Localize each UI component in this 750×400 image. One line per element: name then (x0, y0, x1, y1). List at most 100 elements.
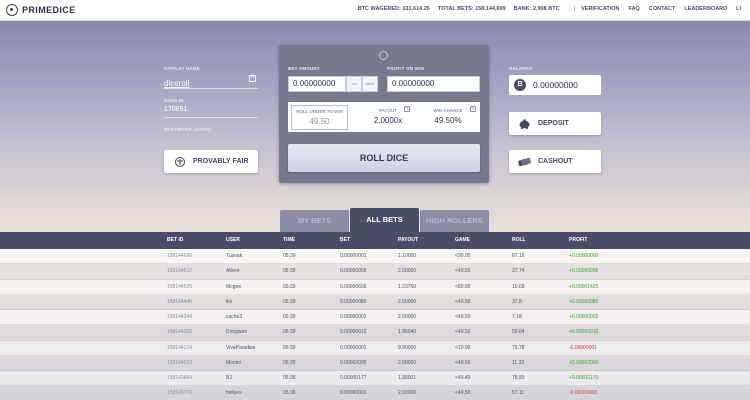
primedice-logo-icon (6, 4, 18, 16)
brand-name: PRIMEDICE (22, 5, 76, 15)
bet-cell: 0.00000001 (340, 344, 367, 351)
edit-win-chance-icon[interactable]: ✎ (470, 106, 476, 112)
profit-cell: +0.00000002 (569, 314, 599, 320)
win-chance-field[interactable]: WIN CHANCE 49.50% (422, 105, 474, 125)
profit-on-win-input[interactable]: 0.00000000 (387, 76, 480, 92)
game-cell: <49.50 (455, 314, 471, 320)
brand-logo[interactable]: PRIMEDICE (6, 4, 76, 16)
wallet-panel: BALANCE B 0.00000000 (509, 66, 601, 95)
cash-icon (518, 157, 531, 167)
display-name-value[interactable]: diceroll (164, 79, 189, 88)
roll-under-value: 49.50 (309, 117, 330, 126)
profit-cell: +0.00000010 (569, 329, 599, 336)
bet-id-cell[interactable]: 158144520 (167, 284, 192, 290)
provably-fair-label: PROVABLY FAIR (193, 158, 249, 165)
user-cell[interactable]: cache3 (226, 314, 242, 320)
tab-high-rollers[interactable]: HIGH ROLLERS (420, 210, 489, 232)
nav-link-contact[interactable]: CONTACT (649, 6, 675, 12)
bet-cell: 0.00000010 (340, 329, 367, 336)
top-navigation-bar: PRIMEDICE BTC WAGERED: 331,614.25 TOTAL … (0, 0, 750, 21)
header-time: TIME (283, 237, 295, 243)
header-roll: ROLL (512, 237, 526, 243)
user-cell[interactable]: ike (226, 299, 232, 305)
bet-id-cell[interactable]: 158144696 (167, 253, 192, 259)
roll-under-toggle[interactable]: ROLL UNDER TO WIN 49.50 (291, 105, 348, 130)
bet-cell: 0.00000600 (340, 283, 367, 290)
display-name-field[interactable]: diceroll ✎ (164, 73, 258, 89)
roll-cell: 57.11 (512, 390, 525, 397)
display-name-label: DISPLAY NAME (164, 66, 200, 71)
game-cell: <49.50 (455, 359, 471, 366)
edit-payout-icon[interactable]: ✎ (404, 106, 410, 112)
time-cell: 05:39 (283, 359, 296, 366)
edit-icon[interactable]: ✎ (249, 75, 256, 82)
bet-id-cell[interactable]: 158144174 (167, 345, 192, 351)
user-cell[interactable]: Tusnak (226, 253, 242, 259)
game-cell: <49.50 (455, 329, 471, 336)
half-bet-button[interactable]: ½x (346, 76, 362, 92)
header-payout: PAYOUT (398, 237, 419, 243)
bet-id-cell[interactable]: 158144265 (167, 329, 192, 335)
header-game: GAME (455, 237, 470, 243)
bet-id-cell[interactable]: 158144612 (167, 268, 192, 274)
user-cell[interactable]: Dongwoo (226, 329, 247, 335)
time-cell: 05:39 (283, 253, 296, 259)
nav-link-faq[interactable]: FAQ (629, 6, 640, 12)
profit-cell: +0.00000080 (569, 298, 599, 305)
roll-cell: 37.8 (512, 298, 522, 305)
roll-dice-button[interactable]: ROLL DICE (288, 144, 480, 172)
roll-cell: 7.18 (512, 314, 522, 320)
user-cell[interactable]: VivaParadise (226, 345, 255, 351)
payout-cell: 1.23750 (398, 283, 417, 290)
user-cell[interactable]: Mcgee (226, 284, 241, 290)
roll-cell: 10.68 (512, 283, 525, 290)
nav-link-login[interactable]: LI (736, 6, 741, 12)
roll-under-label: ROLL UNDER TO WIN (296, 109, 343, 114)
user-cell[interactable]: BJ (226, 375, 232, 381)
bet-amount-input[interactable]: 0.00000000 (288, 76, 346, 92)
cashout-button[interactable]: CASHOUT (509, 150, 601, 173)
win-chance-label: WIN CHANCE (433, 108, 463, 113)
balance-label: BALANCE (509, 66, 533, 71)
payout-cell: 2.00000 (398, 359, 417, 366)
password-label[interactable]: PASSWORD (SHOW) (164, 127, 258, 132)
tab-all-bets[interactable]: ALL BETS (350, 208, 419, 232)
roll-cell: 37.74 (512, 268, 525, 275)
user-cell[interactable]: hollyes (226, 390, 242, 396)
bet-cell: 0.00000005 (340, 268, 367, 275)
nav-link-leaderboard[interactable]: LEADERBOARD (684, 6, 727, 12)
game-cell: <10.00 (455, 344, 471, 351)
provably-fair-button[interactable]: PROVABLY FAIR (164, 150, 258, 173)
bet-id-cell[interactable]: 158144446 (167, 299, 192, 305)
game-cell: <90.00 (455, 253, 471, 259)
max-bet-button[interactable]: MAX (362, 76, 378, 92)
user-cell[interactable]: Allzee (226, 268, 240, 274)
bet-id-cell[interactable]: 158143770 (167, 390, 192, 396)
payout-cell: 1.96040 (398, 329, 417, 336)
user-cell[interactable]: Monini (226, 360, 241, 366)
deposit-button[interactable]: DEPOSIT (509, 112, 601, 135)
total-bets-stat: TOTAL BETS: 158,144,699 (437, 6, 506, 12)
bet-id-cell[interactable]: 158144013 (167, 360, 192, 366)
user-id-value: 170851 (164, 106, 258, 118)
roll-cell: 75.78 (512, 344, 525, 351)
table-row: 158144174 VivaParadise 05:39 0.00000001 9.90… (0, 340, 750, 356)
game-cell: <49.50 (455, 298, 471, 305)
bet-cell: 0.00000177 (340, 375, 367, 381)
nav-link-verification[interactable]: VERIFICATION (581, 6, 619, 12)
table-row: 158144265 Dongwoo 05:39 0.00000010 1.96040 <4… (0, 325, 750, 341)
payout-value: 2.0000x (373, 116, 403, 125)
bet-cell: 0.00000080 (340, 298, 367, 305)
game-cell: <49.49 (455, 375, 471, 381)
tab-my-bets[interactable]: MY BETS (280, 210, 349, 232)
bet-id-cell[interactable]: 158144344 (167, 314, 192, 320)
bet-id-cell[interactable]: 158143884 (167, 375, 192, 381)
cashout-label: CASHOUT (538, 158, 573, 165)
header-bet: BET (340, 237, 350, 243)
bet-amount-label: BET AMOUNT (288, 66, 320, 71)
time-cell: 05:39 (283, 329, 296, 336)
time-cell: 05:39 (283, 268, 296, 275)
payout-cell: 1.96001 (398, 375, 417, 381)
roll-cell: 78.83 (512, 375, 525, 381)
payout-cell: 9.90000 (398, 344, 417, 351)
